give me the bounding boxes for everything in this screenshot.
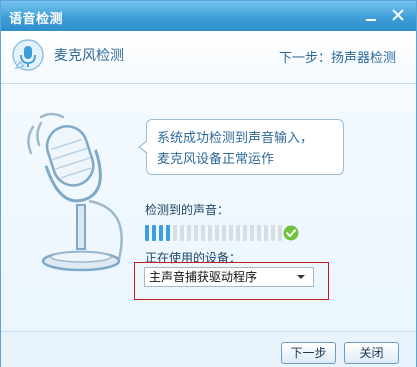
step-title: 麦克风检测: [54, 48, 124, 64]
close-button[interactable]: 关闭: [344, 342, 399, 364]
status-bubble: 系统成功检测到声音输入， 麦克风设备正常运作: [138, 119, 344, 175]
meter-segment: [152, 225, 156, 241]
detected-sound-label: 检测到的声音：: [145, 203, 230, 217]
next-button[interactable]: 下一步: [281, 342, 336, 364]
device-select[interactable]: 主声音捕获驱动程序: [144, 267, 314, 287]
sound-level-meter: [145, 225, 285, 241]
meter-segment: [264, 225, 268, 241]
check-circle-icon: [283, 225, 299, 241]
microphone-badge-icon: [12, 39, 44, 71]
meter-segment: [180, 225, 184, 241]
status-line-1: 系统成功检测到声音输入，: [157, 131, 314, 146]
status-line-2: 麦克风设备正常运作: [157, 152, 275, 167]
meter-segment: [243, 225, 247, 241]
device-select-value: 主声音捕获驱动程序: [149, 270, 258, 284]
meter-segment: [229, 225, 233, 241]
microphone-illustration-icon: [27, 112, 123, 272]
meter-segment: [166, 225, 170, 241]
minimize-icon[interactable]: [363, 7, 379, 23]
meter-segment: [257, 225, 261, 241]
meter-segment: [236, 225, 240, 241]
meter-segment: [250, 225, 254, 241]
footer-bar: 下一步 关闭: [1, 331, 416, 367]
dropdown-arrow-icon[interactable]: [297, 275, 305, 279]
meter-segment: [278, 225, 282, 241]
meter-segment: [145, 225, 149, 241]
meter-segment: [159, 225, 163, 241]
voice-test-dialog: 语音检测 麦克风检测 下一步：扬声器检测 系统成功检测到声音输入， 麦克风设备正…: [0, 0, 417, 367]
step-header: 麦克风检测 下一步：扬声器检测: [1, 31, 416, 84]
next-step-label: 下一步：扬声器检测: [278, 51, 396, 66]
meter-segment: [173, 225, 177, 241]
close-icon[interactable]: [390, 7, 406, 23]
meter-segment: [271, 225, 275, 241]
title-bar[interactable]: 语音检测: [1, 1, 416, 31]
meter-segment: [187, 225, 191, 241]
meter-segment: [194, 225, 198, 241]
meter-segment: [222, 225, 226, 241]
meter-segment: [208, 225, 212, 241]
meter-segment: [215, 225, 219, 241]
window-title: 语音检测: [9, 12, 64, 27]
meter-segment: [201, 225, 205, 241]
